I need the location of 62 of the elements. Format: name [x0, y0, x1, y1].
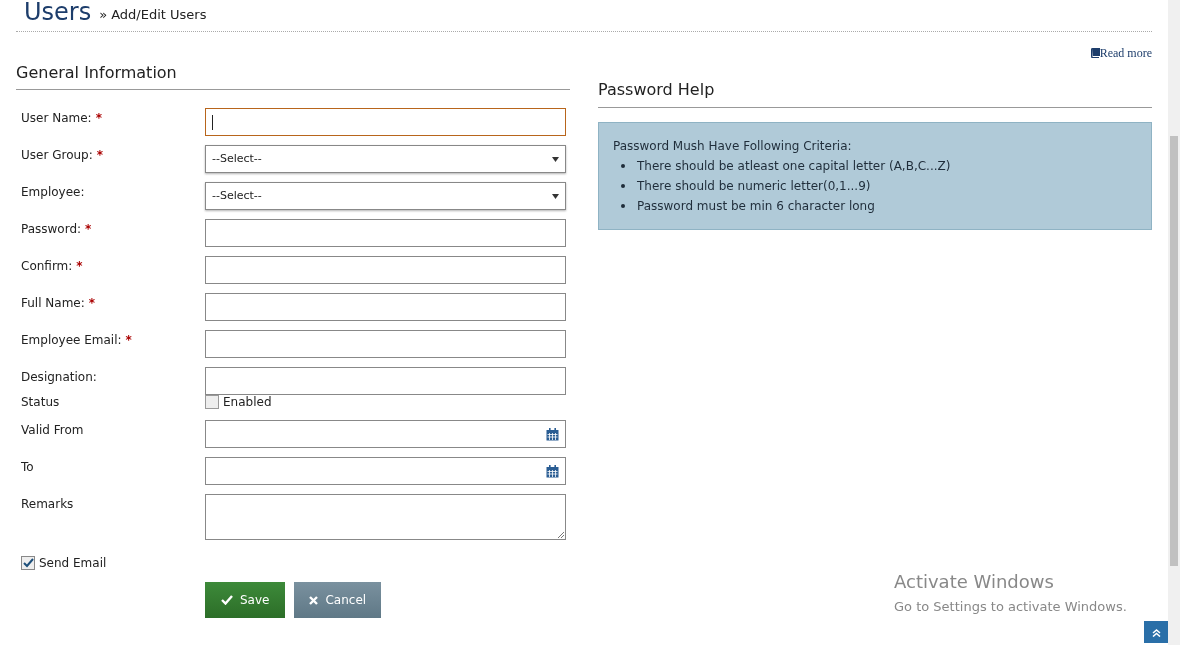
bullet	[621, 184, 625, 188]
scrollbar[interactable]	[1168, 0, 1180, 645]
field-label: Password:	[21, 221, 82, 238]
field-label: Confirm:	[21, 258, 73, 275]
select-field[interactable]: --Select--	[205, 182, 566, 210]
checkbox[interactable]	[21, 556, 35, 570]
field-label: Employee:	[21, 184, 85, 201]
required-asterisk: *	[85, 221, 92, 238]
activation-title: Activate Windows	[894, 570, 1055, 594]
text-field[interactable]	[205, 256, 566, 284]
date-field[interactable]	[205, 420, 566, 448]
field-label: User Name:	[21, 110, 92, 127]
double-chevron-up-icon	[1151, 627, 1161, 637]
required-asterisk: *	[88, 295, 96, 312]
field-label: Remarks	[21, 496, 74, 513]
text-field[interactable]	[205, 219, 566, 247]
activation-text: Go to Settings to activate Windows.	[894, 598, 1127, 616]
checkbox-label: Send Email	[39, 555, 107, 572]
required-asterisk: *	[96, 147, 104, 164]
field-label: Employee Email:	[21, 332, 122, 349]
dropdown-arrow-icon	[552, 193, 559, 199]
checkbox-label: Enabled	[223, 394, 272, 411]
field-label: Designation:	[21, 369, 97, 386]
book-icon	[1089, 48, 1100, 58]
field-label: Valid From	[21, 422, 84, 439]
select-field[interactable]: --Select--	[205, 145, 566, 173]
help-item: There should be numeric letter(0,1...9)	[637, 178, 871, 195]
text-field[interactable]	[205, 330, 566, 358]
required-asterisk: *	[125, 332, 132, 349]
dropdown-arrow-icon	[552, 156, 559, 162]
scroll-top-button[interactable]	[1144, 621, 1168, 643]
checkmark-icon	[22, 558, 34, 568]
bullet	[621, 204, 625, 208]
help-item: There should be atleast one capital letter (A,B,C...Z)	[637, 158, 951, 175]
text-field[interactable]	[205, 367, 566, 395]
calendar-icon	[546, 427, 559, 441]
section-title: Password Help	[598, 78, 1152, 108]
checkmark-icon	[221, 595, 233, 605]
checkbox[interactable]	[205, 395, 219, 409]
date-field[interactable]	[205, 457, 566, 485]
page-title: Users	[24, 0, 92, 25]
required-asterisk: *	[76, 258, 83, 275]
field-label: To	[21, 459, 34, 476]
save-button[interactable]: Save	[205, 582, 286, 618]
bullet	[621, 164, 625, 168]
section-title: General Information	[16, 61, 570, 90]
textarea-field[interactable]	[205, 494, 566, 540]
breadcrumb-separator: »	[99, 5, 108, 24]
close-icon	[309, 595, 319, 605]
cancel-button[interactable]: Cancel	[294, 582, 382, 618]
text-field[interactable]	[205, 293, 566, 321]
help-text: Password Mush Have Following Criteria:	[613, 138, 853, 155]
required-asterisk: *	[95, 110, 102, 127]
text-field[interactable]	[205, 108, 566, 136]
field-label: Full Name:	[21, 295, 85, 312]
resize-grip-icon	[557, 531, 564, 538]
calendar-icon	[546, 464, 559, 478]
read-more-link[interactable]: Read more	[1089, 44, 1152, 62]
breadcrumb: Add/Edit Users	[111, 5, 207, 24]
field-label: Status	[21, 394, 60, 411]
help-item: Password must be min 6 character long	[637, 198, 875, 215]
field-label: User Group:	[21, 147, 93, 164]
